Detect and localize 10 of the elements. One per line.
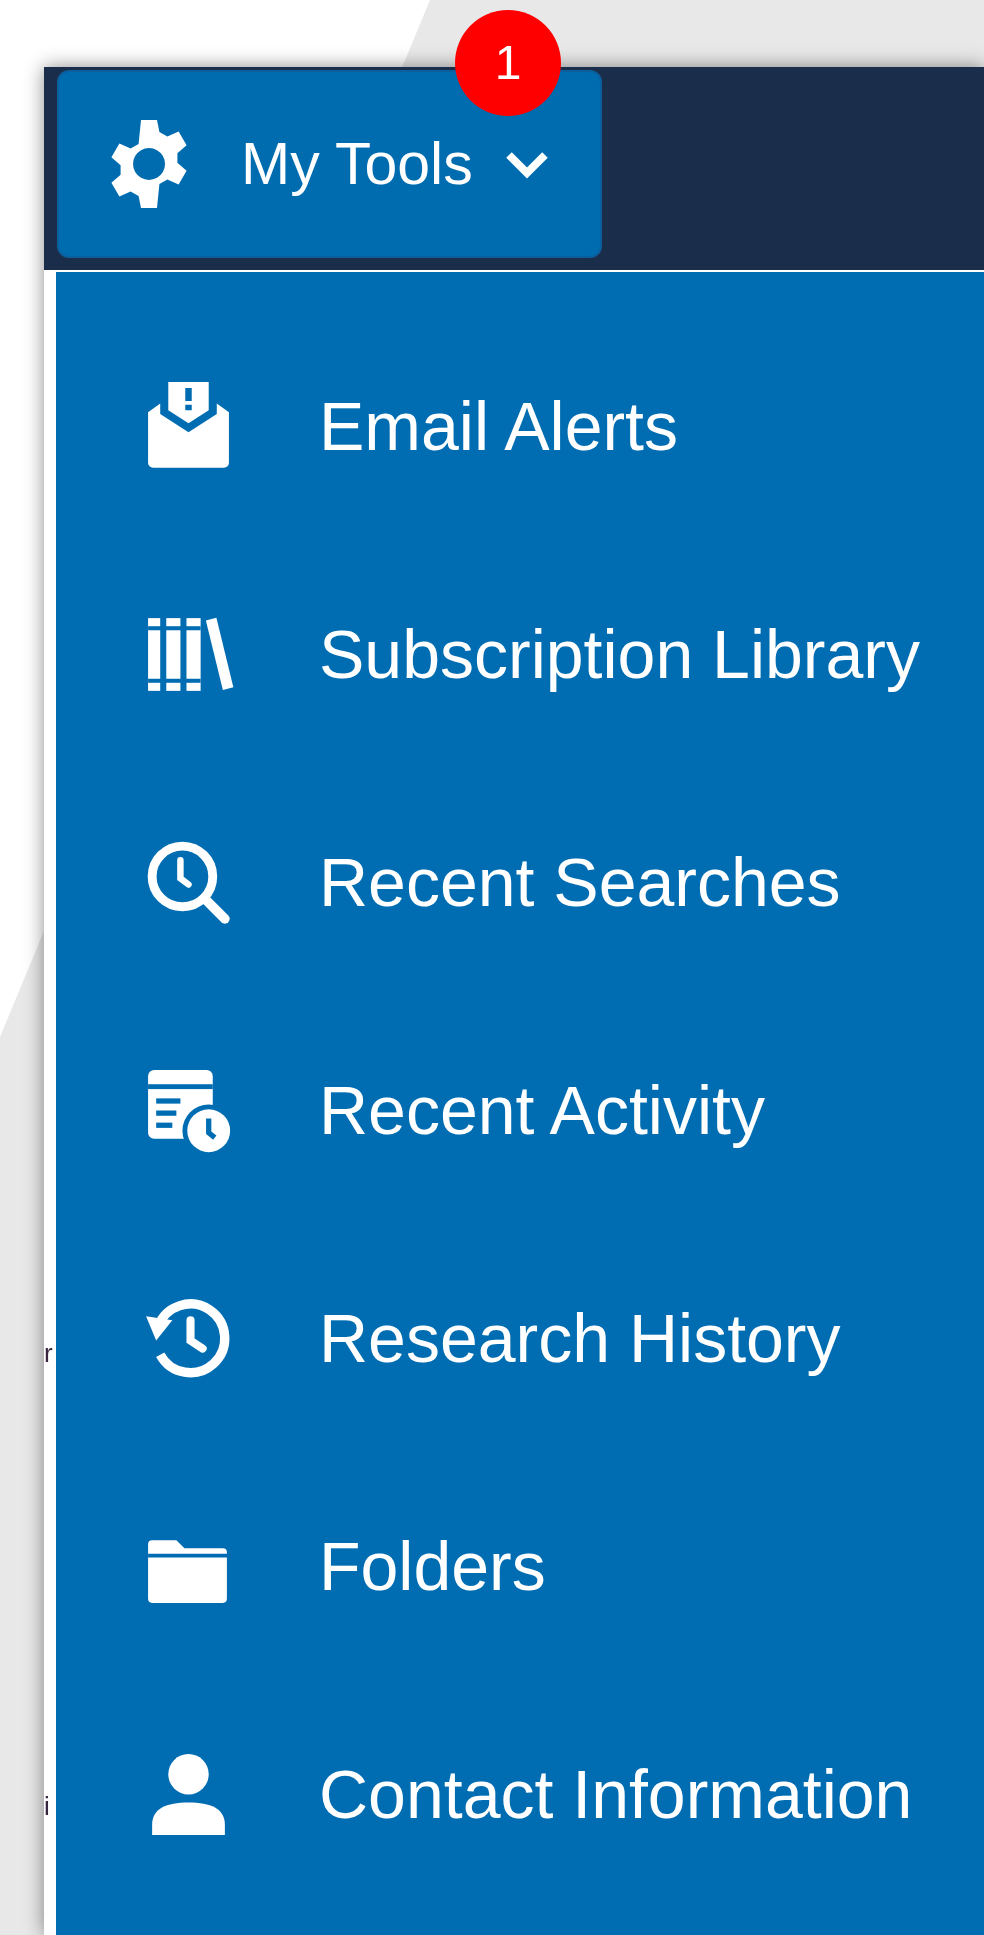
menu-item[interactable]: Research History <box>56 1224 984 1452</box>
menu-item[interactable]: Subscription Library <box>56 540 984 768</box>
cut-off-text: r <box>44 1340 53 1366</box>
menu-item[interactable]: Folders <box>56 1452 984 1680</box>
menu-item[interactable]: Email Alerts <box>56 312 984 540</box>
menu-item[interactable]: Contact Information <box>56 1680 984 1908</box>
notification-badge: 1 <box>455 10 561 116</box>
cut-off-text: i <box>44 1793 50 1819</box>
menu-item[interactable]: Recent Activity <box>56 996 984 1224</box>
menu-item[interactable]: Recent Searches <box>56 768 984 996</box>
